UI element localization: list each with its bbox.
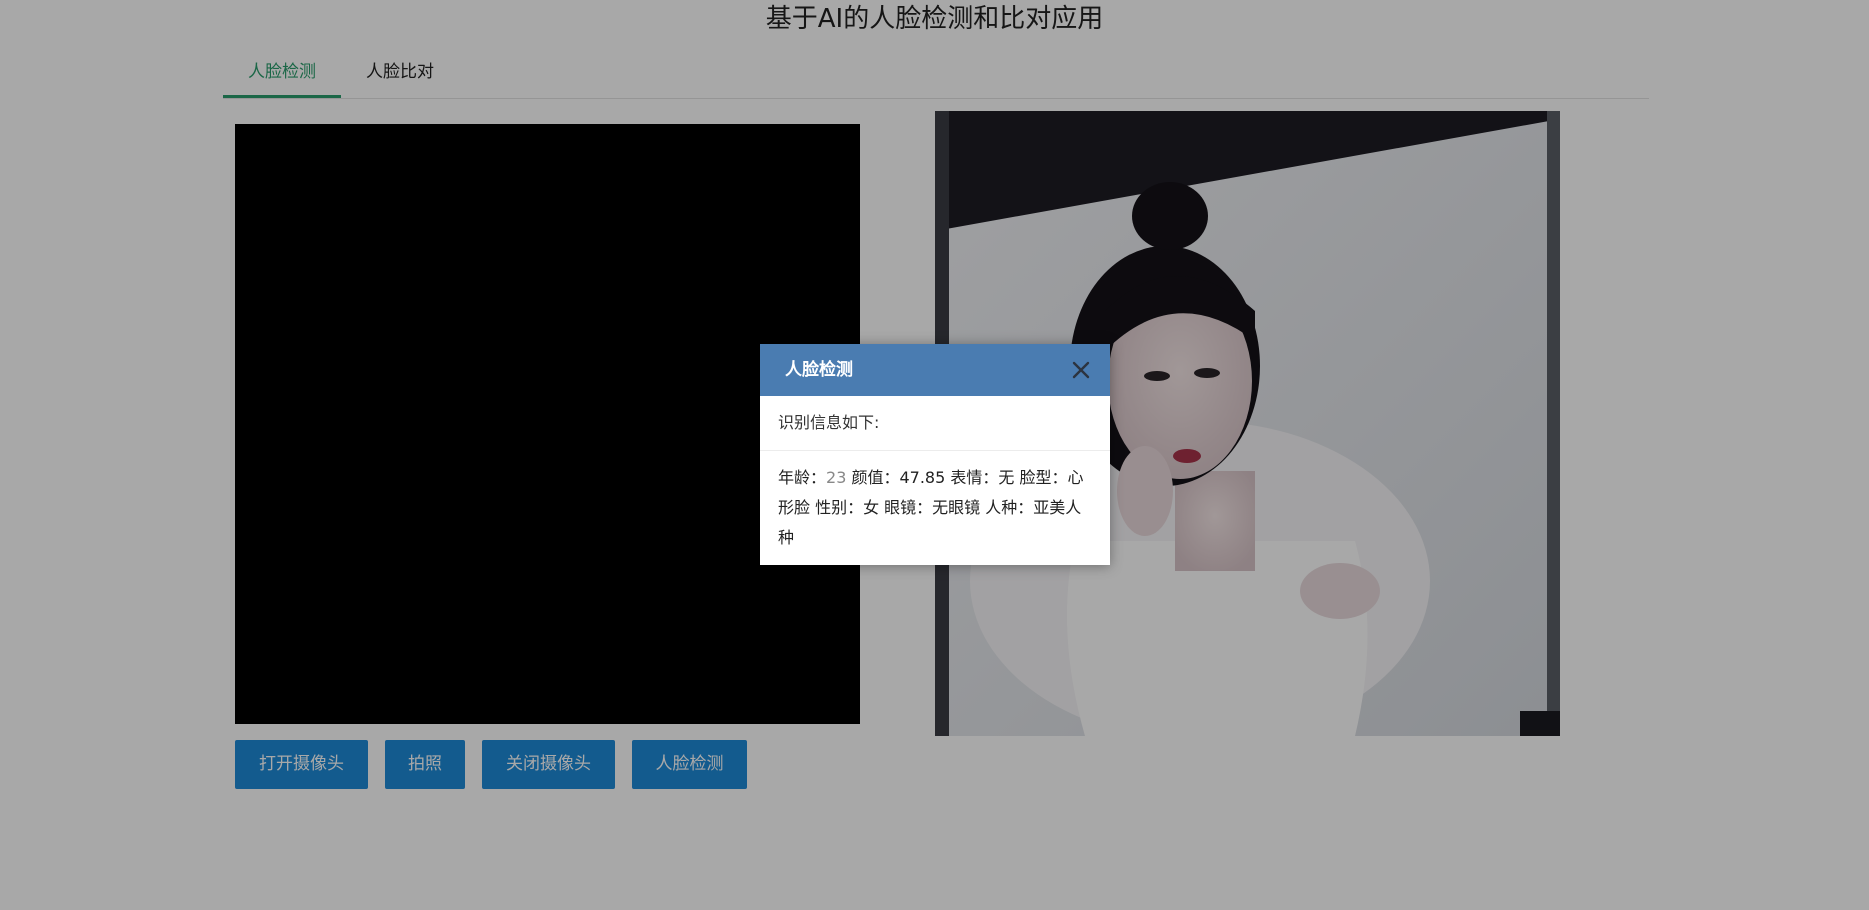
dialog-subtitle: 识别信息如下: [760, 396, 1110, 451]
age-value: 23 [826, 468, 847, 487]
age-label: 年龄： [778, 468, 827, 487]
close-icon[interactable] [1070, 359, 1092, 381]
dialog-header: 人脸检测 [760, 344, 1110, 396]
dialog-title: 人脸检测 [785, 360, 853, 380]
detection-result-text: 年龄：23 颜值：47.85 表情：无 脸型：心形脸 性别：女 眼镜：无眼镜 人… [760, 451, 1110, 553]
detection-result-dialog: 人脸检测 识别信息如下: 年龄：23 颜值：47.85 表情：无 脸型：心形脸 … [760, 344, 1110, 565]
